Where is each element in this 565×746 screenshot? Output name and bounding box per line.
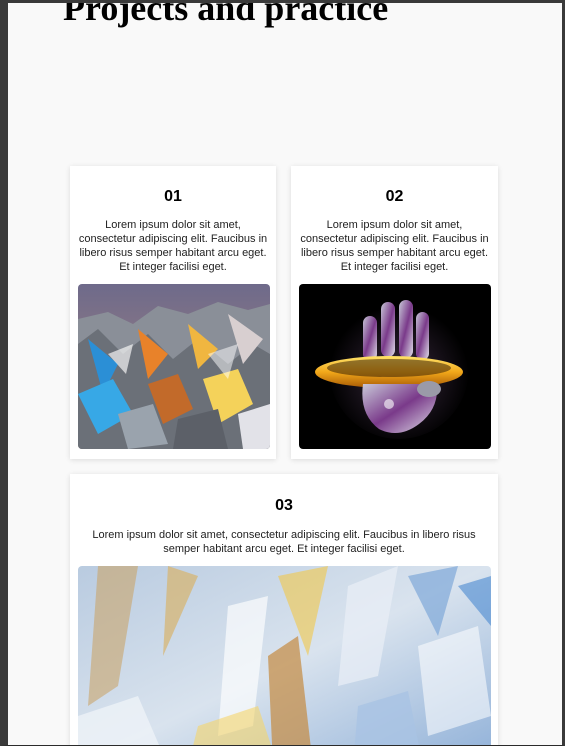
card-description: Lorem ipsum dolor sit amet, consectetur … xyxy=(300,219,489,273)
chrome-hand-with-gold-ring-image xyxy=(299,284,491,449)
project-card-01[interactable]: 01 Lorem ipsum dolor sit amet, consectet… xyxy=(70,166,276,459)
page-frame: Projects and practice 01 Lorem ipsum dol… xyxy=(0,0,565,746)
blurred-crystal-prism-image xyxy=(78,566,491,745)
crumpled-holographic-foil-image xyxy=(78,284,270,449)
project-card-03[interactable]: 03 Lorem ipsum dolor sit amet, consectet… xyxy=(70,474,498,745)
card-number: 02 xyxy=(385,188,404,205)
card-number: 03 xyxy=(275,497,293,514)
card-number: 01 xyxy=(164,188,182,205)
card-description: Lorem ipsum dolor sit amet, consectetur … xyxy=(92,529,476,555)
page-title: Projects and practice xyxy=(63,0,389,28)
card-description: Lorem ipsum dolor sit amet, consectetur … xyxy=(78,219,268,273)
project-card-02[interactable]: 02 Lorem ipsum dolor sit amet, consectet… xyxy=(291,166,498,459)
